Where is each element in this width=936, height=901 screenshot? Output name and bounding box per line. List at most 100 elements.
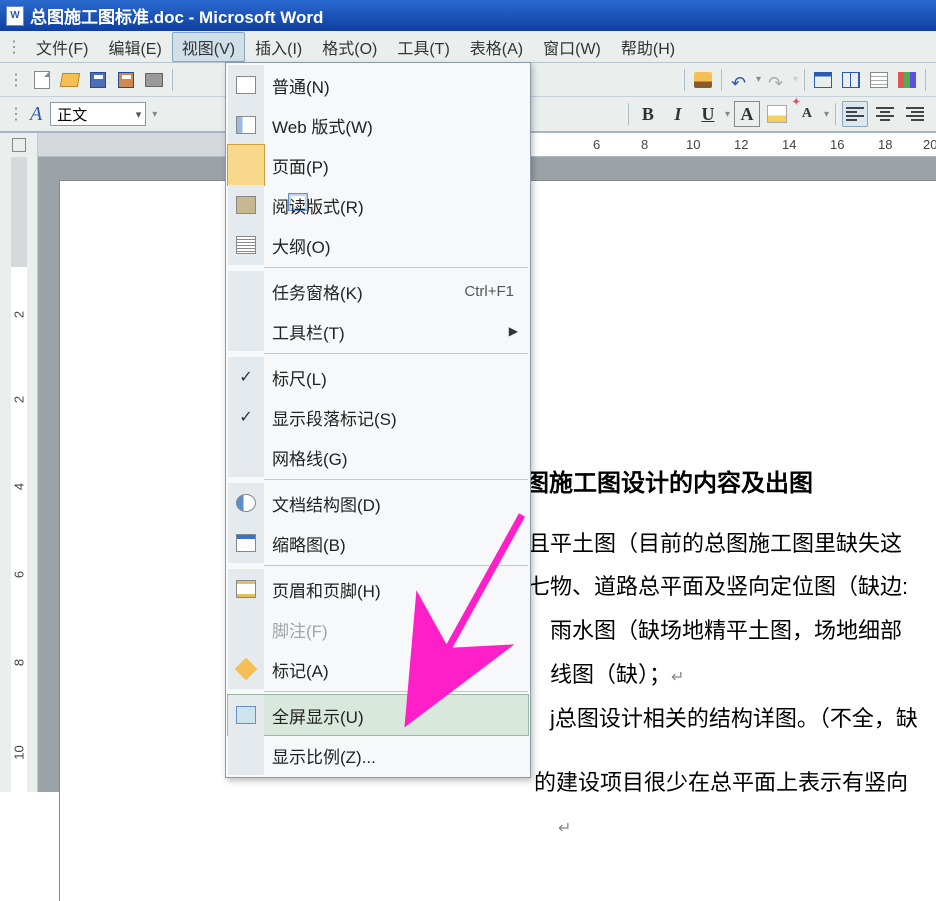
char-scaling-button[interactable]: A bbox=[794, 101, 820, 127]
align-center-button[interactable] bbox=[872, 101, 898, 127]
menu-item-normal-view[interactable]: 普通(N) bbox=[228, 65, 528, 105]
checkmark-icon: ✓ bbox=[239, 367, 252, 387]
menu-separator bbox=[264, 691, 528, 693]
menu-item-zoom[interactable]: 显示比例(Z)... bbox=[228, 735, 528, 775]
word-app-icon bbox=[6, 6, 24, 26]
format-painter-button[interactable] bbox=[691, 68, 715, 92]
style-combo[interactable]: 正文 bbox=[50, 102, 146, 126]
dropdown-icon: ▾ bbox=[793, 74, 798, 85]
undo-button[interactable] bbox=[728, 68, 752, 92]
separator bbox=[804, 69, 805, 91]
redo-button[interactable] bbox=[765, 68, 789, 92]
separator bbox=[835, 103, 836, 125]
style-icon: A bbox=[30, 103, 42, 126]
menu-item-header-footer[interactable]: 页眉和页脚(H) bbox=[228, 569, 528, 609]
ruler-tick: 8 bbox=[641, 137, 648, 152]
excel-sheet-button[interactable] bbox=[867, 68, 891, 92]
window-title: 总图施工图标准.doc - Microsoft Word bbox=[30, 3, 323, 28]
permission-button[interactable] bbox=[114, 68, 138, 92]
ruler-tick: 10 bbox=[12, 745, 27, 761]
drawing-button[interactable] bbox=[895, 68, 919, 92]
ruler-tick: 6 bbox=[593, 137, 600, 152]
italic-button[interactable]: I bbox=[665, 101, 691, 127]
separator bbox=[628, 103, 629, 125]
colorgrid-icon bbox=[898, 72, 916, 88]
menu-item-label: 阅读版式(R) bbox=[272, 193, 528, 218]
paragraph-mark-icon: ↵ bbox=[671, 669, 684, 686]
bold-button[interactable]: B bbox=[635, 101, 661, 127]
menu-item-outline[interactable]: 大纲(O) bbox=[228, 225, 528, 265]
folder-open-icon bbox=[60, 73, 80, 87]
menu-insert[interactable]: 插入(I) bbox=[245, 32, 312, 62]
menu-item-document-map[interactable]: 文档结构图(D) bbox=[228, 483, 528, 523]
menu-window[interactable]: 窗口(W) bbox=[533, 32, 611, 62]
ruler-tick: 12 bbox=[734, 137, 748, 152]
menu-separator bbox=[264, 479, 528, 481]
align-justify-button[interactable] bbox=[842, 101, 868, 127]
menu-format[interactable]: 格式(O) bbox=[312, 32, 387, 62]
menu-separator bbox=[264, 565, 528, 567]
ruler-tick: 18 bbox=[878, 137, 892, 152]
open-button[interactable] bbox=[58, 68, 82, 92]
menu-item-label: 文档结构图(D) bbox=[272, 491, 528, 516]
menu-item-gridlines[interactable]: 网格线(G) bbox=[228, 437, 528, 477]
title-bar: 总图施工图标准.doc - Microsoft Word bbox=[0, 0, 936, 31]
char-shading-button[interactable] bbox=[764, 101, 790, 127]
menu-table[interactable]: 表格(A) bbox=[460, 32, 533, 62]
menu-item-print-layout[interactable]: 页面(P) bbox=[228, 145, 528, 185]
menu-item-task-pane[interactable]: 任务窗格(K) Ctrl+F1 bbox=[228, 271, 528, 311]
document-map-icon bbox=[236, 494, 256, 512]
menu-view[interactable]: 视图(V) bbox=[172, 32, 245, 62]
print-icon bbox=[145, 73, 163, 87]
columns-button[interactable] bbox=[839, 68, 863, 92]
web-layout-icon bbox=[236, 116, 256, 134]
menu-item-label: 页眉和页脚(H) bbox=[272, 577, 528, 602]
new-doc-button[interactable] bbox=[30, 68, 54, 92]
ruler-tick: 4 bbox=[12, 479, 27, 495]
new-doc-icon bbox=[34, 71, 50, 89]
separator bbox=[172, 69, 173, 91]
fullscreen-icon bbox=[236, 706, 256, 724]
dropdown-icon[interactable]: ▾ bbox=[152, 109, 157, 120]
menu-edit[interactable]: 编辑(E) bbox=[98, 32, 171, 62]
menu-item-label: Web 版式(W) bbox=[272, 113, 528, 138]
underline-button[interactable]: U bbox=[695, 101, 721, 127]
align-right-button[interactable] bbox=[902, 101, 928, 127]
menu-item-label: 网格线(G) bbox=[272, 445, 528, 470]
menu-help[interactable]: 帮助(H) bbox=[611, 32, 685, 62]
dropdown-icon[interactable]: ▾ bbox=[725, 109, 730, 120]
view-menu-dropdown: 普通(N) Web 版式(W) 页面(P) 阅读版式(R) 大纲(O) 任务窗格… bbox=[225, 62, 531, 778]
char-border-button[interactable]: A bbox=[734, 101, 760, 127]
print-button[interactable] bbox=[142, 68, 166, 92]
submenu-arrow-icon: ▶ bbox=[509, 324, 518, 338]
insert-table-button[interactable] bbox=[811, 68, 835, 92]
menu-item-full-screen[interactable]: 全屏显示(U) bbox=[228, 695, 528, 735]
ruler-tick: 8 bbox=[12, 655, 27, 671]
menu-item-web-layout[interactable]: Web 版式(W) bbox=[228, 105, 528, 145]
vertical-ruler[interactable]: 2 2 4 6 8 10 bbox=[0, 157, 38, 792]
normal-view-icon bbox=[236, 76, 256, 94]
dropdown-icon[interactable]: ▾ bbox=[824, 109, 829, 120]
save-button[interactable] bbox=[86, 68, 110, 92]
ruler-corner[interactable] bbox=[0, 133, 38, 157]
toolbar-grip-icon: ⋮ bbox=[8, 70, 24, 90]
menu-item-markup[interactable]: 标记(A) bbox=[228, 649, 528, 689]
menu-tools[interactable]: 工具(T) bbox=[387, 32, 459, 62]
menu-item-show-paragraph-marks[interactable]: ✓ 显示段落标记(S) bbox=[228, 397, 528, 437]
menu-item-reading-layout[interactable]: 阅读版式(R) bbox=[228, 185, 528, 225]
permission-icon bbox=[118, 72, 134, 88]
menu-item-ruler[interactable]: ✓ 标尺(L) bbox=[228, 357, 528, 397]
toolbar-grip-icon: ⋮ bbox=[6, 37, 22, 57]
columns-icon bbox=[842, 72, 860, 88]
thumbnails-icon bbox=[236, 534, 256, 552]
menu-item-label: 页面(P) bbox=[272, 153, 528, 178]
menu-item-thumbnails[interactable]: 缩略图(B) bbox=[228, 523, 528, 563]
menu-separator bbox=[264, 353, 528, 355]
menu-item-toolbars[interactable]: 工具栏(T) ▶ bbox=[228, 311, 528, 351]
menu-item-label: 工具栏(T) bbox=[272, 319, 509, 344]
dropdown-icon[interactable]: ▾ bbox=[756, 74, 761, 85]
outline-icon bbox=[236, 236, 256, 254]
menu-file[interactable]: 文件(F) bbox=[26, 32, 98, 62]
menu-item-label: 标尺(L) bbox=[272, 365, 528, 390]
menu-item-label: 标记(A) bbox=[272, 657, 528, 682]
